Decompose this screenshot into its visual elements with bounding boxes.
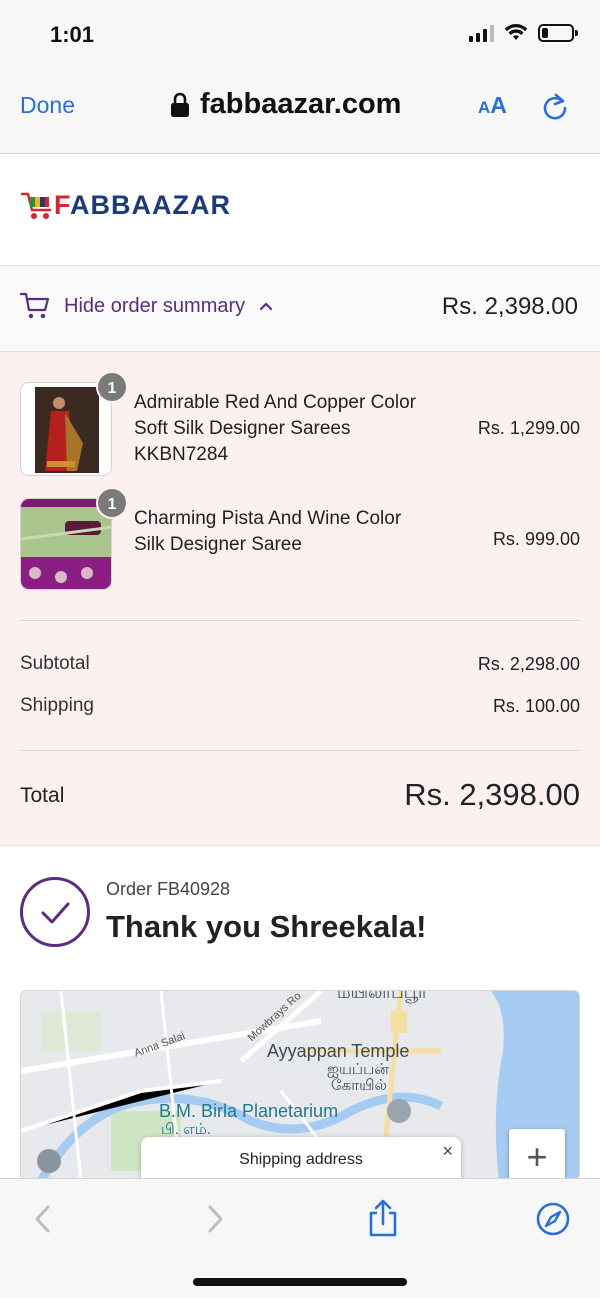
shipping-map[interactable]: Anna Salai Mowbrays Ro மயிலாப்பூர் Ayyap… — [20, 990, 580, 1180]
browser-top-bar: Done fabbaazar.com AA — [0, 70, 600, 154]
cellular-signal-icon — [469, 24, 494, 42]
total-value: Rs. 2,398.00 — [404, 777, 580, 812]
toggle-label: Hide order summary — [64, 294, 246, 317]
compass-icon[interactable] — [533, 1199, 573, 1239]
quantity-badge: 1 — [96, 371, 128, 403]
total-label: Total — [20, 784, 65, 807]
map-label-planetarium: B.M. Birla Planetarium — [159, 1101, 339, 1121]
order-summary-panel: 1 Admirable Red And Copper Color Soft Si… — [0, 352, 600, 846]
back-arrow-icon[interactable] — [24, 1199, 64, 1239]
product-name: Charming Pista And Wine Color Silk Desig… — [134, 508, 402, 555]
thank-you-title: Thank you Shreekala! — [106, 909, 427, 944]
wifi-icon — [504, 24, 528, 40]
shipping-value: Rs. 100.00 — [492, 696, 580, 716]
quantity-badge: 1 — [96, 487, 128, 519]
order-number: Order FB40928 — [106, 879, 231, 899]
check-circle-icon — [20, 877, 90, 947]
hide-order-summary-button[interactable]: Hide order summary — [20, 292, 273, 320]
divider — [20, 620, 580, 621]
shipping-address-label: Shipping address — [239, 1151, 363, 1168]
status-icons — [469, 24, 578, 42]
reader-text-size-button[interactable]: AA — [478, 92, 507, 119]
map-label-ayyappan-tamil-2: கோயில் — [331, 1077, 387, 1094]
divider — [20, 750, 580, 751]
url-text: fabbaazar.com — [200, 88, 402, 120]
lock-icon — [171, 92, 189, 117]
status-time: 1:01 — [50, 22, 95, 47]
order-summary-toggle: Hide order summary Rs. 2,398.00 — [0, 266, 600, 352]
map-label-mylapore-tamil: மயிலாப்பூர் — [337, 990, 428, 1002]
subtotal-label: Subtotal — [20, 653, 90, 674]
reload-icon[interactable] — [540, 92, 570, 122]
map-zoom-in-button[interactable]: + — [509, 1129, 565, 1179]
status-bar: 1:01 — [0, 0, 600, 70]
product-item: 1 Charming Pista And Wine Color Silk Des… — [20, 487, 580, 592]
shopping-cart-logo-icon — [20, 192, 52, 219]
done-button[interactable]: Done — [20, 92, 75, 119]
product-item: 1 Admirable Red And Copper Color Soft Si… — [20, 371, 580, 478]
aa-small-glyph: A — [478, 98, 491, 117]
subtotal-value: Rs. 2,298.00 — [477, 654, 580, 674]
cart-icon — [20, 292, 50, 319]
map-label-ayyappan: Ayyappan Temple — [267, 1041, 410, 1061]
site-header: FABBAAZAR — [0, 155, 600, 266]
saree-photo-red — [21, 383, 111, 475]
share-icon[interactable] — [363, 1199, 403, 1239]
chevron-up-icon — [260, 302, 273, 311]
aa-big-glyph: A — [490, 92, 507, 118]
order-confirmation: Order FB40928 Thank you Shreekala! — [0, 847, 600, 987]
close-icon[interactable]: × — [442, 1141, 453, 1162]
product-name: Admirable Red And Copper Color Soft Silk… — [134, 392, 416, 465]
forward-arrow-icon[interactable] — [194, 1199, 234, 1239]
home-indicator[interactable] — [193, 1278, 407, 1286]
shipping-label: Shipping — [20, 695, 94, 716]
logo-wordmark: FABBAAZAR — [54, 189, 231, 220]
fabbaazar-logo[interactable]: FABBAAZAR — [20, 188, 231, 222]
battery-icon — [538, 24, 578, 42]
product-price: Rs. 999.00 — [492, 529, 580, 549]
address-bar[interactable]: fabbaazar.com — [170, 88, 401, 121]
shipping-address-popup: Shipping address × — [141, 1137, 461, 1179]
summary-total: Rs. 2,398.00 — [441, 293, 578, 320]
product-price: Rs. 1,299.00 — [477, 418, 580, 438]
